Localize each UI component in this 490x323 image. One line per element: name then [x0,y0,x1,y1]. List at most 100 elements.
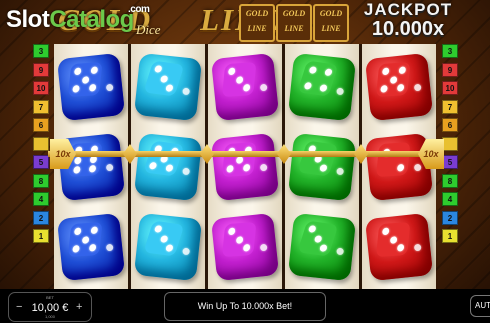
dice-pip [73,67,82,75]
dice-symbol [364,52,434,122]
dice-pip [399,65,407,74]
payline-tab: 6 [33,118,49,132]
payline-tab: 10 [442,81,458,95]
dice-pip [225,165,234,174]
dice-pip [313,234,323,243]
game-subtitle: Dice [136,22,161,37]
payline-tab: 8 [442,173,458,188]
gold-win-line [48,151,440,157]
dice-symbol [364,132,434,202]
autoplay-button[interactable]: AUTO [470,295,490,317]
dice-pip [165,84,175,93]
dice-pip [71,85,80,94]
dice-pip [227,227,236,235]
payline-tab: 4 [33,192,49,206]
reel [208,44,282,289]
payline-tab: 7 [442,99,458,114]
payline-tab: 3 [442,44,458,58]
dice-pip [243,164,251,173]
dice-pip [72,166,81,174]
payline-tab: 7 [33,99,49,114]
jackpot-display: JACKPOT 10.000x [360,1,456,40]
dice-pip [153,64,163,73]
dice-pip [73,227,82,235]
dice-pip [381,227,390,235]
dice-symbol [210,52,280,122]
dice-pip [147,162,157,171]
message-panel: Win Up To 10.000x Bet! [164,292,326,321]
dice-pip [71,245,80,254]
dice-pip [89,84,97,93]
bet-selector: − BET 10,00 € 1,000 + [8,292,92,322]
dice-symbol [287,52,357,122]
dice-pip [319,164,329,173]
dice-pip [88,165,96,173]
dice-pip [227,67,236,75]
gold-line-badge: GOLD LINE [276,4,312,42]
dice-symbol [56,212,126,282]
dice-pip [165,164,175,173]
payline-tab: 6 [442,118,458,132]
dice-pip [389,235,397,244]
dice-pip [303,81,313,90]
dice-pip [153,224,163,233]
payline-indicators-left: 3 9 10 7 6 5 8 4 2 1 [33,44,49,248]
bet-label: BET [46,295,54,300]
dice-pip [379,85,388,94]
reel-area [54,44,436,289]
dice-pip [91,65,99,74]
dice-pip [89,244,97,253]
jackpot-value: 10.000x [371,18,445,40]
reel [285,44,359,289]
payline-tab: 5 [442,155,458,169]
dice-pip [397,244,405,253]
watermark-catalog: Catalog [49,6,134,33]
dice-pip [397,84,405,93]
payline-tab: 4 [442,192,458,206]
dice-symbol [210,212,280,282]
dice-pip [308,65,318,74]
control-bar: − BET 10,00 € 1,000 + Win Up To 10.000x … [0,289,490,323]
payline-tab: 10 [33,81,49,95]
dice-symbol [133,212,203,282]
payline-tab: 9 [33,62,49,77]
payline-tab: 5 [33,155,49,169]
dice-symbol [287,132,357,202]
dice-symbol [287,212,357,282]
dice-symbol [133,52,203,122]
dice-pip [381,67,390,75]
payline-tab [33,136,49,151]
dice-symbol [364,212,434,282]
dice-pip [73,156,82,164]
dice-pip [81,75,89,84]
payline-tab: 3 [33,44,49,58]
payline-tab: 1 [33,229,49,243]
reel [131,44,205,289]
dice-pip [323,67,333,76]
dice-pip [243,84,251,93]
dice-pip [396,163,404,172]
payline-tab: 2 [442,210,458,225]
dice-pip [318,83,328,92]
dice-pip [159,234,169,243]
dice-pip [81,235,89,244]
watermark-slot: Slot [6,6,50,33]
bet-increase-button[interactable]: + [76,301,82,313]
dice-pip [235,235,243,244]
dice-pip [389,75,397,84]
dice-symbol [210,132,280,202]
dice-pip [165,244,175,253]
gold-line-badge: GOLD LINE [239,4,275,42]
payline-tab [442,136,458,151]
bet-coins: 1,000 [44,314,55,319]
payline-tab: 2 [33,210,49,225]
payline-tab: 1 [442,229,458,243]
game-header: GOLDLINE Dice SlotCatalog.com GOLD LINE … [0,0,490,44]
dice-symbol [56,52,126,122]
watermark-com: .com [128,4,150,15]
payline-tab: 9 [442,62,458,77]
dice-pip [235,75,243,84]
jackpot-label: JACKPOT [363,0,453,19]
dice-pip [91,225,99,234]
dice-pip [307,224,317,233]
